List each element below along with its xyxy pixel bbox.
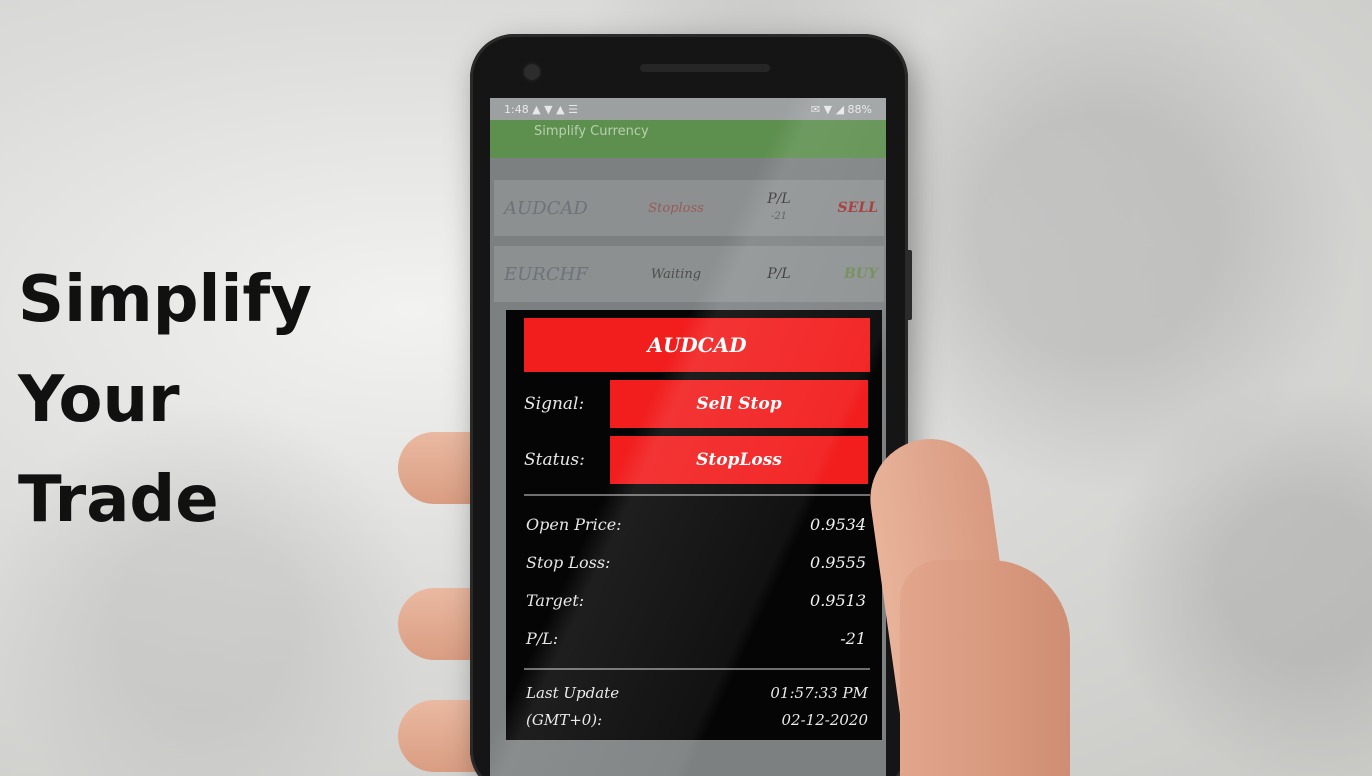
front-camera: [524, 64, 540, 80]
status-label: Status:: [524, 450, 585, 470]
open-price-row: Open Price: 0.9534: [526, 506, 866, 544]
hand-palm: [900, 560, 1070, 776]
open-price-label: Open Price:: [526, 515, 622, 534]
tagline: Simplify Your Trade: [18, 250, 312, 550]
list-item-pair: AUDCAD: [504, 197, 588, 219]
status-row: Status: StopLoss: [524, 436, 872, 484]
divider: [524, 494, 870, 496]
last-update-time: 01:57:33 PM: [770, 684, 868, 702]
signal-value: Sell Stop: [610, 380, 868, 428]
status-bar: 1:48 ▲ ▼ ▲ ☰ ✉ ▼ ◢ 88%: [490, 98, 886, 120]
status-bar-left: 1:48 ▲ ▼ ▲ ☰: [504, 102, 578, 116]
status-value: StopLoss: [610, 436, 868, 484]
trade-detail-dialog: AUDCAD Signal: Sell Stop Status: StopLos…: [506, 310, 882, 740]
list-item-pl-label: P/L: [767, 266, 791, 282]
stop-loss-label: Stop Loss:: [526, 553, 611, 572]
list-item-pair: EURCHF: [504, 263, 588, 285]
target-value: 0.9513: [810, 591, 866, 610]
signal-row: Signal: Sell Stop: [524, 380, 872, 428]
dialog-pair-header: AUDCAD: [524, 318, 870, 372]
list-item-signal: SELL: [837, 200, 878, 216]
target-label: Target:: [526, 591, 585, 610]
last-update-row: Last Update (GMT+0): 01:57:33 PM 02-12-2…: [526, 680, 868, 734]
list-item[interactable]: AUDCAD Stoploss P/L -21 SELL: [494, 180, 884, 236]
divider: [524, 668, 870, 670]
last-update-label-line-1: Last Update: [526, 684, 620, 702]
phone-side-button: [906, 250, 912, 320]
pl-row: P/L: -21: [526, 620, 866, 658]
list-item-signal: BUY: [843, 266, 878, 282]
list-item-pl-label: P/L: [767, 191, 791, 207]
tagline-line-2: Your: [18, 363, 180, 437]
app-title: Simplify Currency: [534, 124, 649, 139]
status-bar-right: ✉ ▼ ◢ 88%: [810, 102, 872, 116]
list-item[interactable]: EURCHF Waiting P/L BUY: [494, 246, 884, 302]
pl-value: -21: [840, 629, 866, 648]
earpiece-speaker: [640, 64, 770, 72]
tagline-line-3: Trade: [18, 463, 219, 537]
app-bar: Simplify Currency: [490, 120, 886, 158]
last-update-label-line-2: (GMT+0):: [526, 711, 603, 729]
tagline-line-1: Simplify: [18, 263, 312, 337]
pl-label: P/L:: [526, 629, 559, 648]
last-update-label: Last Update (GMT+0):: [526, 680, 619, 734]
signal-label: Signal:: [524, 394, 585, 414]
list-item-status: Stoploss: [648, 200, 704, 216]
stop-loss-value: 0.9555: [810, 553, 866, 572]
list-item-status: Waiting: [650, 266, 702, 282]
last-update-value: 01:57:33 PM 02-12-2020: [770, 680, 868, 734]
list-item-pl: P/L -21: [740, 190, 818, 226]
open-price-value: 0.9534: [810, 515, 866, 534]
last-update-date: 02-12-2020: [781, 711, 868, 729]
target-row: Target: 0.9513: [526, 582, 866, 620]
list-item-pl: P/L: [740, 265, 818, 283]
list-item-pl-value: -21: [770, 211, 788, 222]
stop-loss-row: Stop Loss: 0.9555: [526, 544, 866, 582]
